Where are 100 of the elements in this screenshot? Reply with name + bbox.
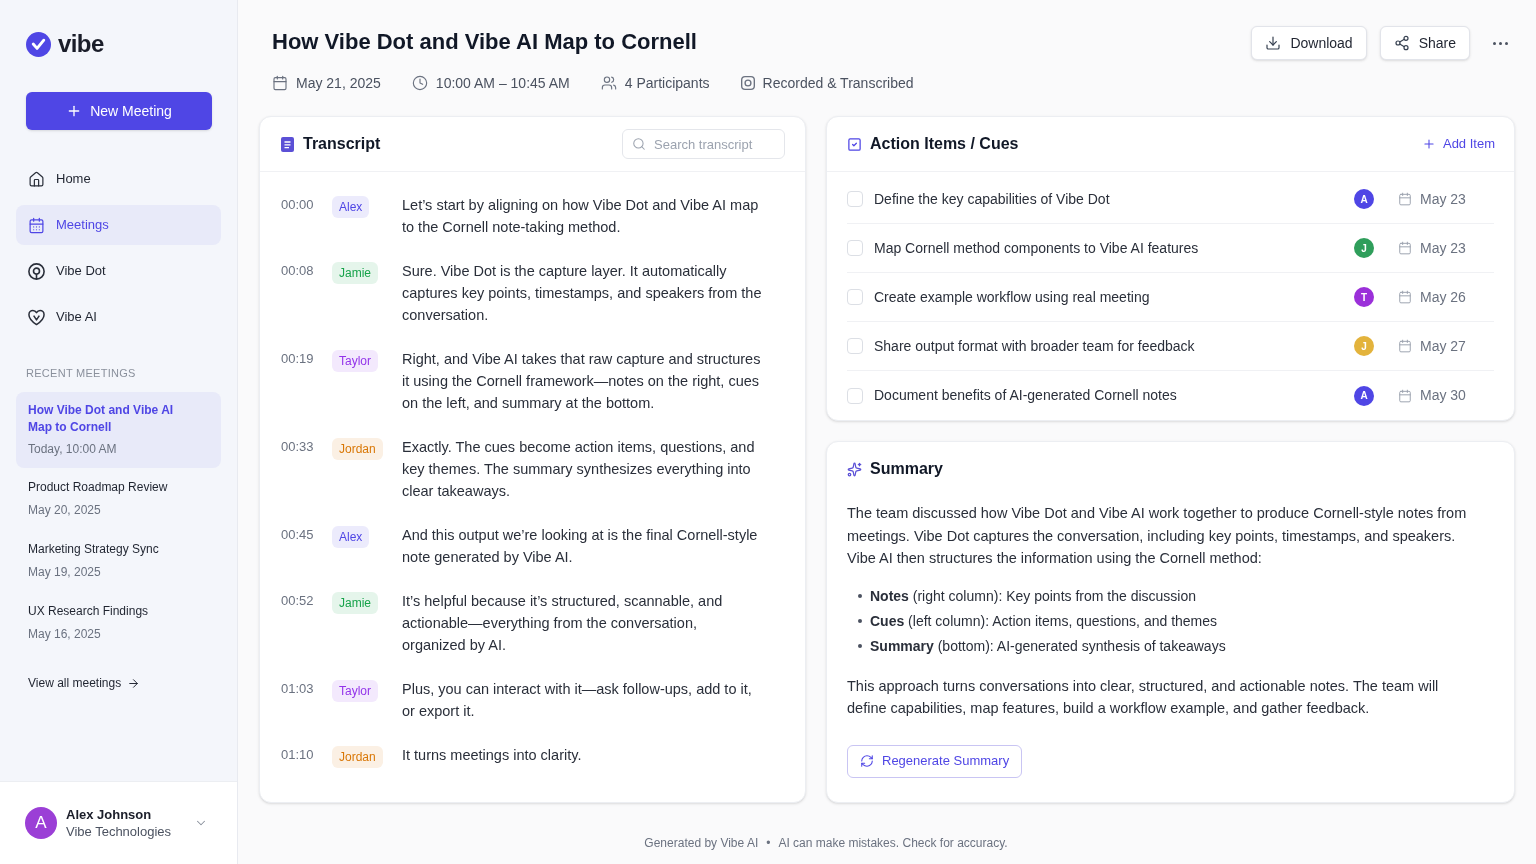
meeting-title: Marketing Strategy Sync — [28, 541, 160, 558]
user-avatar: A — [25, 807, 57, 839]
bullet-icon — [858, 619, 862, 623]
card-title: Summary — [870, 459, 943, 479]
due-date: May 26 — [1420, 287, 1466, 307]
due-date: May 23 — [1420, 189, 1466, 209]
transcript-text: Sure. Vibe Dot is the capture layer. It automatically captures key points, timestamps, and speakers from the conversation. — [402, 262, 762, 325]
transcript-text: Let’s start by aligning on how Vibe Dot and Vibe AI map to the Cornell note-taking method. — [402, 196, 760, 237]
calendar-icon — [272, 75, 288, 91]
timestamp: 00:33 — [281, 438, 315, 456]
clock-icon — [411, 75, 428, 91]
summary-bullet: Summary (bottom): AI-generated synthesis of takeaways — [870, 636, 1226, 656]
meta-text: 4 Participants — [624, 74, 710, 93]
heart-icon — [28, 308, 45, 326]
add-item-button[interactable]: Add Item — [1421, 134, 1495, 154]
meta-text: May 21, 2025 — [296, 74, 381, 93]
recent-meeting-item[interactable]: Marketing Strategy Sync May 19, 2025 — [16, 530, 221, 592]
speaker-tag: Jordan — [332, 746, 383, 768]
recent-meeting-item[interactable]: UX Research Findings May 16, 2025 — [16, 592, 221, 654]
timestamp: 00:45 — [281, 526, 315, 544]
calendar-icon — [1398, 290, 1412, 304]
more-icon — [1492, 41, 1508, 45]
checkbox[interactable] — [847, 240, 863, 256]
user-name: Alex Johnson — [66, 806, 153, 823]
new-meeting-button[interactable]: New Meeting — [26, 92, 212, 130]
recent-meeting-item[interactable]: How Vibe Dot and Vibe AI Map to Cornell Today, 10:00 AM — [16, 392, 221, 468]
action-item-text: Share output format with broader team for feedback — [874, 336, 1196, 356]
footer-separator: • — [766, 834, 771, 852]
download-button[interactable]: Download — [1251, 26, 1367, 60]
nav-item[interactable]: Home — [16, 159, 221, 199]
card-title: Transcript — [303, 134, 381, 154]
action-item-text: Create example workflow using real meeting — [874, 287, 1151, 307]
action-item-text: Define the key capabilities of Vibe Dot — [874, 189, 1111, 209]
nav-item[interactable]: Vibe AI — [16, 297, 221, 337]
calendar-icon — [1398, 192, 1412, 206]
calendar-icon — [1398, 339, 1412, 353]
meeting-time: May 19, 2025 — [28, 564, 102, 581]
footer-text: AI can make mistakes. Check for accuracy. — [778, 834, 1008, 852]
share-button[interactable]: Share — [1379, 26, 1470, 60]
download-icon — [1265, 35, 1282, 51]
timestamp: 00:08 — [281, 262, 315, 280]
bullet-icon — [858, 594, 862, 598]
share-icon — [1393, 35, 1410, 51]
checkbox-icon — [847, 136, 862, 152]
search-field[interactable]: Search transcript — [622, 129, 785, 159]
meta-text: 10:00 AM – 10:45 AM — [435, 74, 570, 93]
regenerate-button[interactable]: Regenerate Summary — [847, 744, 1023, 778]
transcript-text: It’s helpful because it’s structured, scannable, and actionable—everything from the conversation, organized by AI. — [402, 592, 724, 655]
logo-text: vibe — [58, 32, 104, 56]
meeting-time: May 16, 2025 — [28, 626, 102, 643]
timestamp: 01:10 — [281, 746, 315, 764]
calendar-icon — [28, 216, 45, 234]
map-pin-icon — [28, 262, 45, 280]
assignee-avatar: J — [1354, 238, 1374, 258]
speaker-tag: Alex — [332, 526, 370, 548]
meeting-title: Product Roadmap Review — [28, 479, 169, 496]
transcript-text: Exactly. The cues become action items, questions, and key themes. The summary synthesizes everything into clear takeaways. — [402, 438, 756, 501]
action-item-text: Map Cornell method components to Vibe AI features — [874, 238, 1200, 258]
refresh-icon — [860, 754, 874, 768]
assignee-avatar: A — [1354, 385, 1374, 406]
transcript-text: It turns meetings into clarity. — [402, 746, 583, 765]
transcript-text: And this output we’re looking at is the final Cornell-style note generated by Vibe AI. — [402, 526, 759, 567]
timestamp: 00:00 — [281, 196, 315, 214]
due-date: May 27 — [1420, 336, 1466, 356]
document-icon — [281, 136, 294, 152]
meeting-title: How Vibe Dot and Vibe AI Map to Cornell — [28, 402, 175, 436]
checkbox[interactable] — [847, 387, 863, 404]
speaker-tag: Jamie — [332, 262, 378, 284]
checkbox[interactable] — [847, 191, 863, 207]
arrow-right-icon — [127, 676, 141, 690]
nav-item[interactable]: Meetings — [16, 205, 221, 245]
bullet-icon — [858, 644, 862, 648]
plus-icon — [1421, 137, 1436, 151]
timestamp: 00:19 — [281, 350, 315, 368]
transcript-text: Plus, you can interact with it—ask follow-ups, add to it, or export it. — [402, 680, 753, 721]
calendar-icon — [1398, 388, 1412, 403]
checkbox[interactable] — [847, 289, 863, 305]
speaker-tag: Alex — [332, 196, 370, 218]
people-icon — [600, 75, 617, 91]
recent-meeting-item[interactable]: Product Roadmap Review May 20, 2025 — [16, 468, 221, 530]
assignee-avatar: A — [1354, 189, 1374, 209]
summary-bullet: Cues (left column): Action items, questions, and themes — [870, 611, 1218, 631]
action-item-text: Document benefits of AI-generated Cornell notes — [874, 386, 1178, 405]
summary-text: The team discussed how Vibe Dot and Vibe AI work together to produce Cornell-style notes from meetings. Vibe Dot captures the conversation, including key points, timestamps, and speakers. Vibe AI then structures the information using the Cornell method: — [847, 504, 1468, 568]
user-profile[interactable]: A Alex Johnson Vibe Technologies — [0, 781, 237, 864]
logo-icon — [26, 31, 51, 57]
meeting-time: May 20, 2025 — [28, 502, 102, 519]
nav-item[interactable]: Vibe Dot — [16, 251, 221, 291]
meeting-title: UX Research Findings — [28, 603, 150, 620]
checkbox[interactable] — [847, 338, 863, 354]
due-date: May 23 — [1420, 238, 1466, 258]
summary-text: This approach turns conversations into clear, structured, and actionable notes. The team will define capabilities, map features, build a workflow example, and gather feedback. — [847, 676, 1440, 718]
search-icon — [632, 137, 646, 151]
speaker-tag: Jamie — [332, 592, 378, 614]
view-all-link[interactable]: View all meetings — [28, 674, 141, 692]
footer-text: Generated by Vibe AI — [644, 834, 759, 852]
due-date: May 30 — [1420, 386, 1466, 405]
speaker-tag: Taylor — [332, 350, 378, 372]
timestamp: 01:03 — [281, 680, 315, 698]
home-icon — [28, 170, 45, 188]
